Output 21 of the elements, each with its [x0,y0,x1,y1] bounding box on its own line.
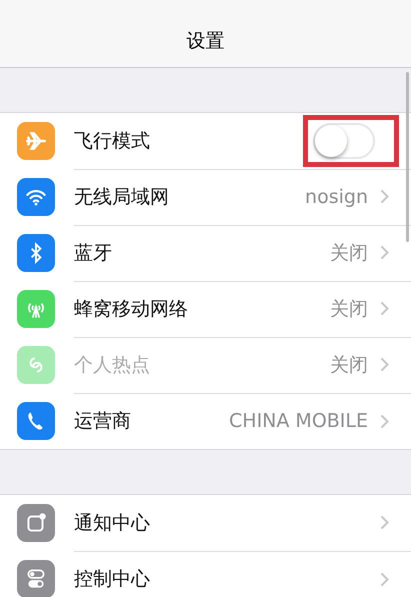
chevron-icon [380,515,389,530]
setting-value: 关闭 [330,296,368,322]
chevron-icon [380,245,389,260]
setting-value: nosign [305,186,368,208]
nav-title: 设置 [186,28,224,54]
setting-label[interactable]: 控制中心 [74,566,380,592]
chevron-icon [380,301,389,316]
setting-label[interactable]: 无线局域网 [74,184,306,210]
setting-value: CHINA MOBILE [229,410,368,432]
chevron-icon [380,414,389,428]
setting-label[interactable]: 飞行模式 [74,128,313,154]
setting-label[interactable]: 蜂窝移动网络 [74,296,330,322]
setting-label[interactable]: 运营商 [74,408,230,434]
setting-value: 关闭 [330,240,368,266]
toggle-switch[interactable] [313,122,375,158]
chevron-icon [380,357,389,372]
setting-label[interactable]: 蓝牙 [74,240,330,266]
chevron-icon [380,572,389,586]
setting-label[interactable]: 通知中心 [74,510,380,536]
chevron-icon [380,189,389,204]
setting-value: 关闭 [330,352,368,378]
